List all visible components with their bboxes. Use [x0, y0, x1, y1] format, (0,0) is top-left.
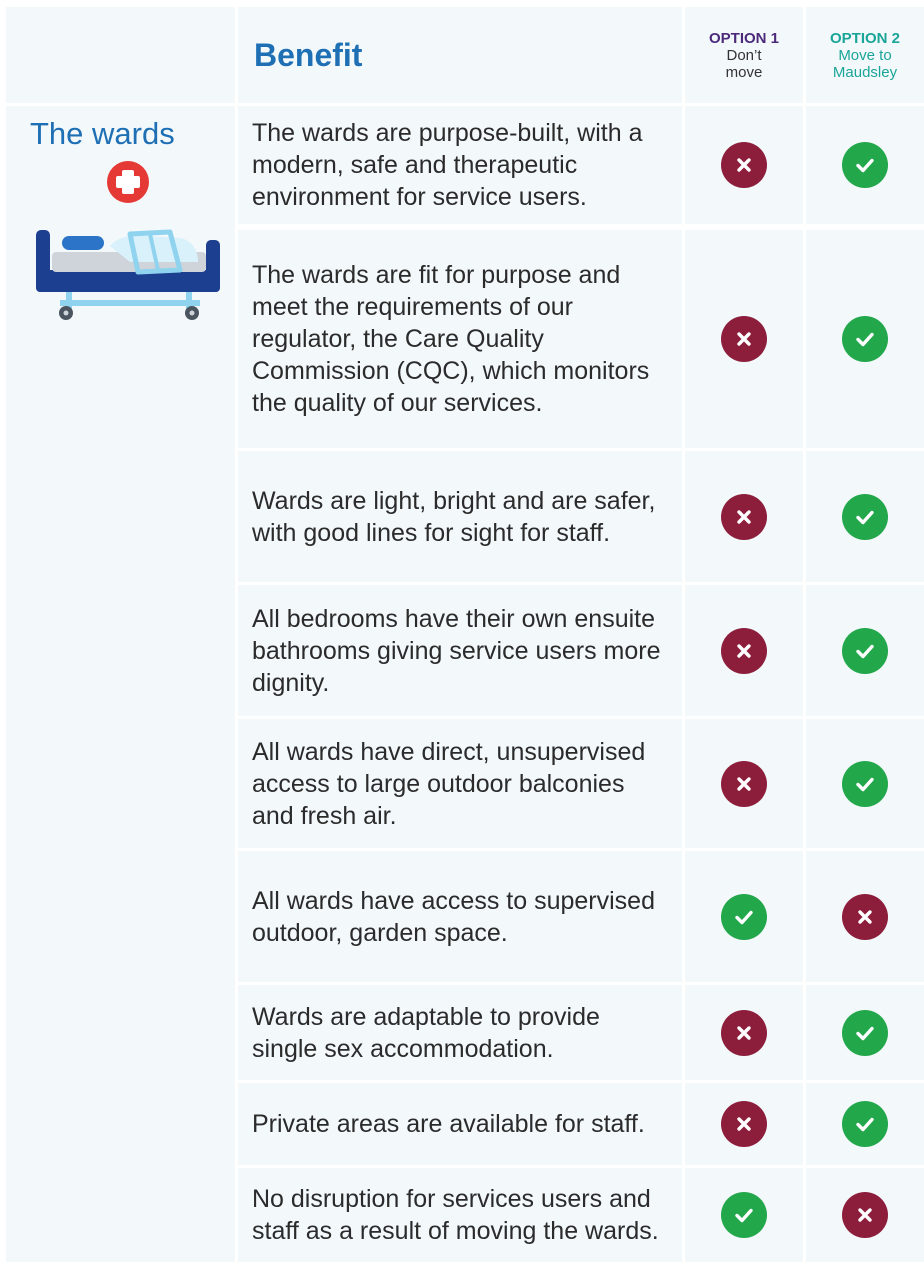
benefit-row-text: All wards have access to supervised outd… [238, 851, 682, 982]
benefit-column-header: Benefit [238, 7, 682, 103]
option2-mark-cell [806, 719, 924, 848]
option1-mark-cell [685, 851, 803, 982]
benefit-row-text: No disruption for services users and sta… [238, 1168, 682, 1262]
option2-mark-cell [806, 1168, 924, 1262]
header-blank-cell [6, 7, 235, 103]
benefit-row-text: The wards are purpose-built, with a mode… [238, 106, 682, 224]
option1-column-header: OPTION 1 Don’t move [685, 7, 803, 103]
comparison-table: Benefit OPTION 1 Don’t move OPTION 2 Mov… [0, 0, 924, 1271]
option1-mark-cell [685, 451, 803, 582]
option2-mark-cell [806, 851, 924, 982]
option1-subtitle-line1: Don’t [726, 46, 762, 64]
option1-mark-cell [685, 585, 803, 716]
section-cell: The wards [6, 106, 235, 1271]
cross-icon [721, 142, 767, 188]
cross-icon [721, 1009, 767, 1056]
benefit-row-text: Wards are light, bright and are safer, w… [238, 451, 682, 582]
page-bottom-edge [0, 1262, 924, 1271]
check-icon [842, 316, 888, 362]
option2-column-header: OPTION 2 Move to Maudsley [806, 7, 924, 103]
cross-icon [721, 1101, 767, 1147]
option2-mark-cell [806, 230, 924, 448]
check-icon [721, 1192, 767, 1238]
check-icon [842, 1009, 888, 1056]
option2-mark-cell [806, 451, 924, 582]
option1-mark-cell [685, 985, 803, 1080]
cross-icon [721, 493, 767, 540]
benefit-row-text: The wards are fit for purpose and meet t… [238, 230, 682, 448]
benefit-row-text: All wards have direct, unsupervised acce… [238, 719, 682, 848]
benefit-row-text: Private areas are available for staff. [238, 1083, 682, 1165]
check-icon [842, 142, 888, 188]
option2-mark-cell [806, 585, 924, 716]
option2-mark-cell [806, 106, 924, 224]
option1-title: OPTION 1 [708, 29, 779, 47]
cross-icon [842, 1192, 888, 1238]
option2-title: OPTION 2 [829, 29, 900, 47]
benefit-row-text: All bedrooms have their own ensuite bath… [238, 585, 682, 716]
option2-subtitle-line2: Maudsley [832, 63, 898, 81]
option1-mark-cell [685, 106, 803, 224]
hospital-bed-icon [36, 161, 220, 320]
option1-mark-cell [685, 1168, 803, 1262]
check-icon [842, 627, 888, 674]
option2-subtitle-line1: Move to [838, 46, 892, 64]
cross-icon [721, 627, 767, 674]
check-icon [721, 893, 767, 940]
option1-subtitle-line2: move [725, 63, 763, 81]
cross-icon [842, 893, 888, 940]
cross-icon [721, 760, 767, 807]
option1-mark-cell [685, 1083, 803, 1165]
section-title: The wards [30, 116, 175, 151]
option2-mark-cell [806, 985, 924, 1080]
check-icon [842, 1101, 888, 1147]
check-icon [842, 760, 888, 807]
check-icon [842, 493, 888, 540]
benefit-row-text: Wards are adaptable to provide single se… [238, 985, 682, 1080]
option2-mark-cell [806, 1083, 924, 1165]
option1-mark-cell [685, 230, 803, 448]
option1-mark-cell [685, 719, 803, 848]
cross-icon [721, 316, 767, 362]
